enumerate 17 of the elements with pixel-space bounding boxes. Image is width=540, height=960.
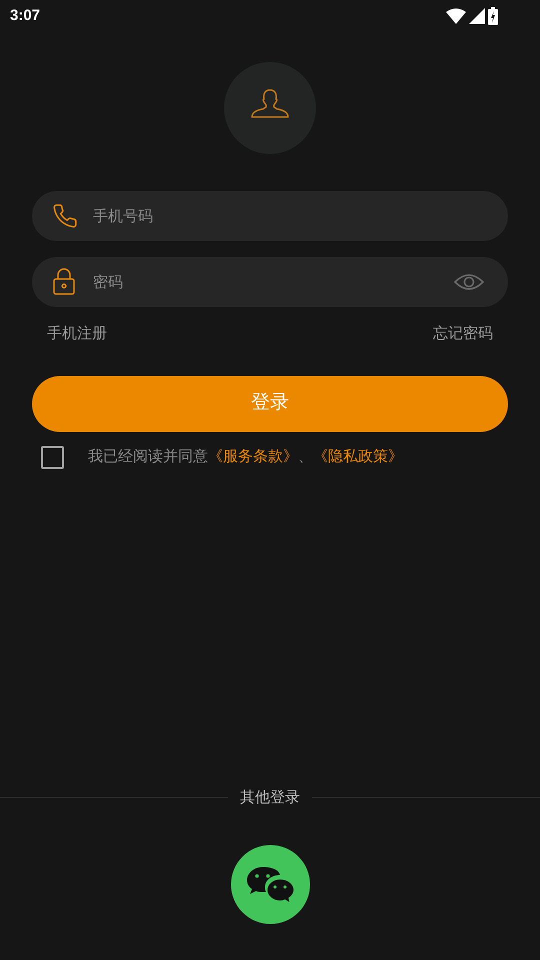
privacy-link[interactable]: 《隐私政策》 bbox=[313, 448, 403, 465]
status-time: 3:07 bbox=[10, 6, 40, 26]
signal-icon bbox=[469, 8, 485, 24]
register-link[interactable]: 手机注册 bbox=[47, 323, 107, 346]
phone-field[interactable]: 手机号码 bbox=[32, 191, 508, 241]
forgot-password-link[interactable]: 忘记密码 bbox=[433, 323, 493, 346]
password-field[interactable]: 密码 bbox=[32, 257, 508, 307]
chat-bubbles-icon bbox=[245, 864, 295, 904]
agreement-text: 我已经阅读并同意《服务条款》、《隐私政策》 bbox=[88, 446, 403, 467]
terms-link[interactable]: 《服务条款》 bbox=[208, 448, 298, 465]
eye-icon[interactable] bbox=[454, 273, 484, 291]
battery-icon bbox=[488, 7, 498, 25]
lock-icon bbox=[52, 268, 76, 295]
wifi-icon bbox=[446, 8, 466, 24]
other-login-title: 其他登录 bbox=[239, 788, 301, 808]
agreement-checkbox[interactable] bbox=[41, 446, 64, 468]
phone-icon bbox=[52, 203, 78, 229]
